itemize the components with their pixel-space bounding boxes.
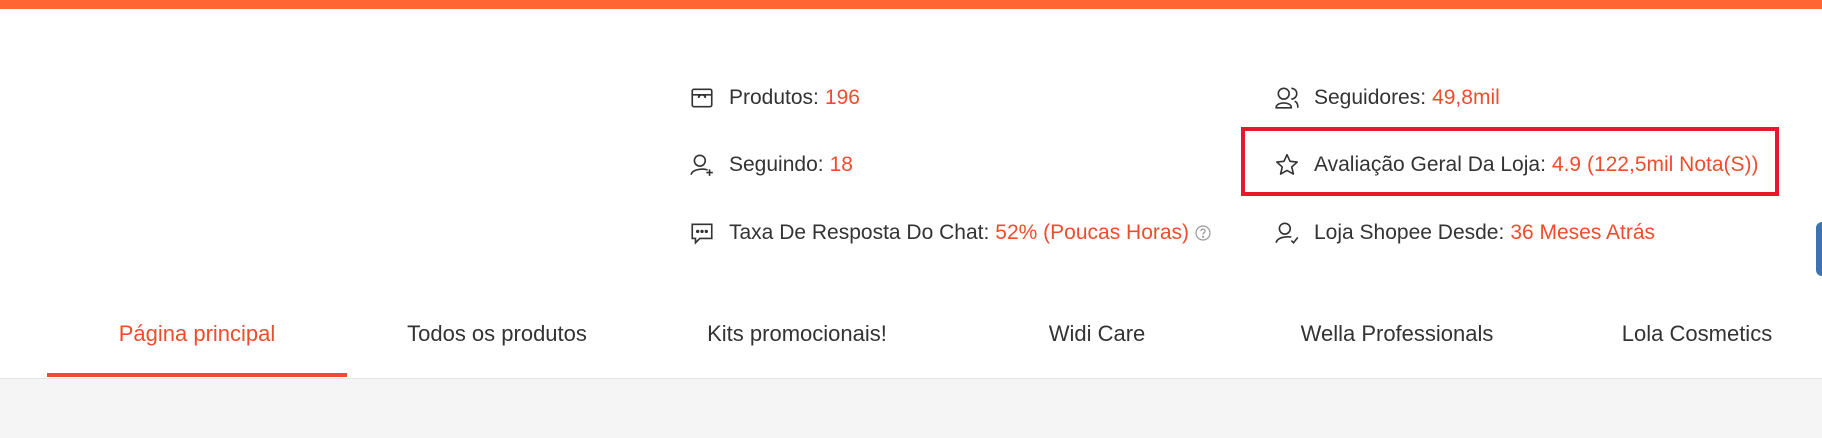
store-icon [689,85,715,111]
stat-products: Produtos: 196 [689,85,860,111]
stat-joined-label: Loja Shopee Desde: [1314,221,1505,244]
tab-kits-promocionais[interactable]: Kits promocionais! [647,290,947,378]
stat-chat: Taxa De Resposta Do Chat: 52% (Poucas Ho… [689,220,1211,246]
top-accent-bar [0,0,1822,9]
rating-highlight-box [1241,127,1779,196]
user-add-icon [689,152,715,178]
stat-joined-value: 36 Meses Atrás [1510,221,1656,244]
stat-followers-label: Seguidores: [1314,86,1427,109]
stat-chat-value: 52% (Poucas Horas) [995,221,1190,244]
stat-chat-label: Taxa De Resposta Do Chat: [729,221,990,244]
active-tab-indicator [47,373,347,377]
shop-tab-bar: Página principal Todos os produtos Kits … [0,290,1822,378]
stat-following-value: 18 [829,153,853,176]
tab-lola-cosmetics[interactable]: Lola Cosmetics [1547,290,1822,378]
user-check-icon [1274,220,1300,246]
side-scroll-handle[interactable] [1816,222,1822,276]
stat-following: Seguindo: 18 [689,152,853,178]
stat-products-value: 196 [824,86,860,109]
stat-followers: Seguidores: 49,8mil [1274,85,1500,111]
help-icon[interactable] [1195,225,1211,241]
chat-icon [689,220,715,246]
stat-followers-value: 49,8mil [1432,86,1500,109]
stat-following-label: Seguindo: [729,153,824,176]
content-background [0,379,1822,438]
tab-pagina-principal[interactable]: Página principal [47,290,347,378]
tab-wella-professionals[interactable]: Wella Professionals [1247,290,1547,378]
stat-products-label: Produtos: [729,86,819,109]
tab-todos-os-produtos[interactable]: Todos os produtos [347,290,647,378]
followers-icon [1274,85,1300,111]
stat-joined: Loja Shopee Desde: 36 Meses Atrás [1274,220,1655,246]
tab-widi-care[interactable]: Widi Care [947,290,1247,378]
